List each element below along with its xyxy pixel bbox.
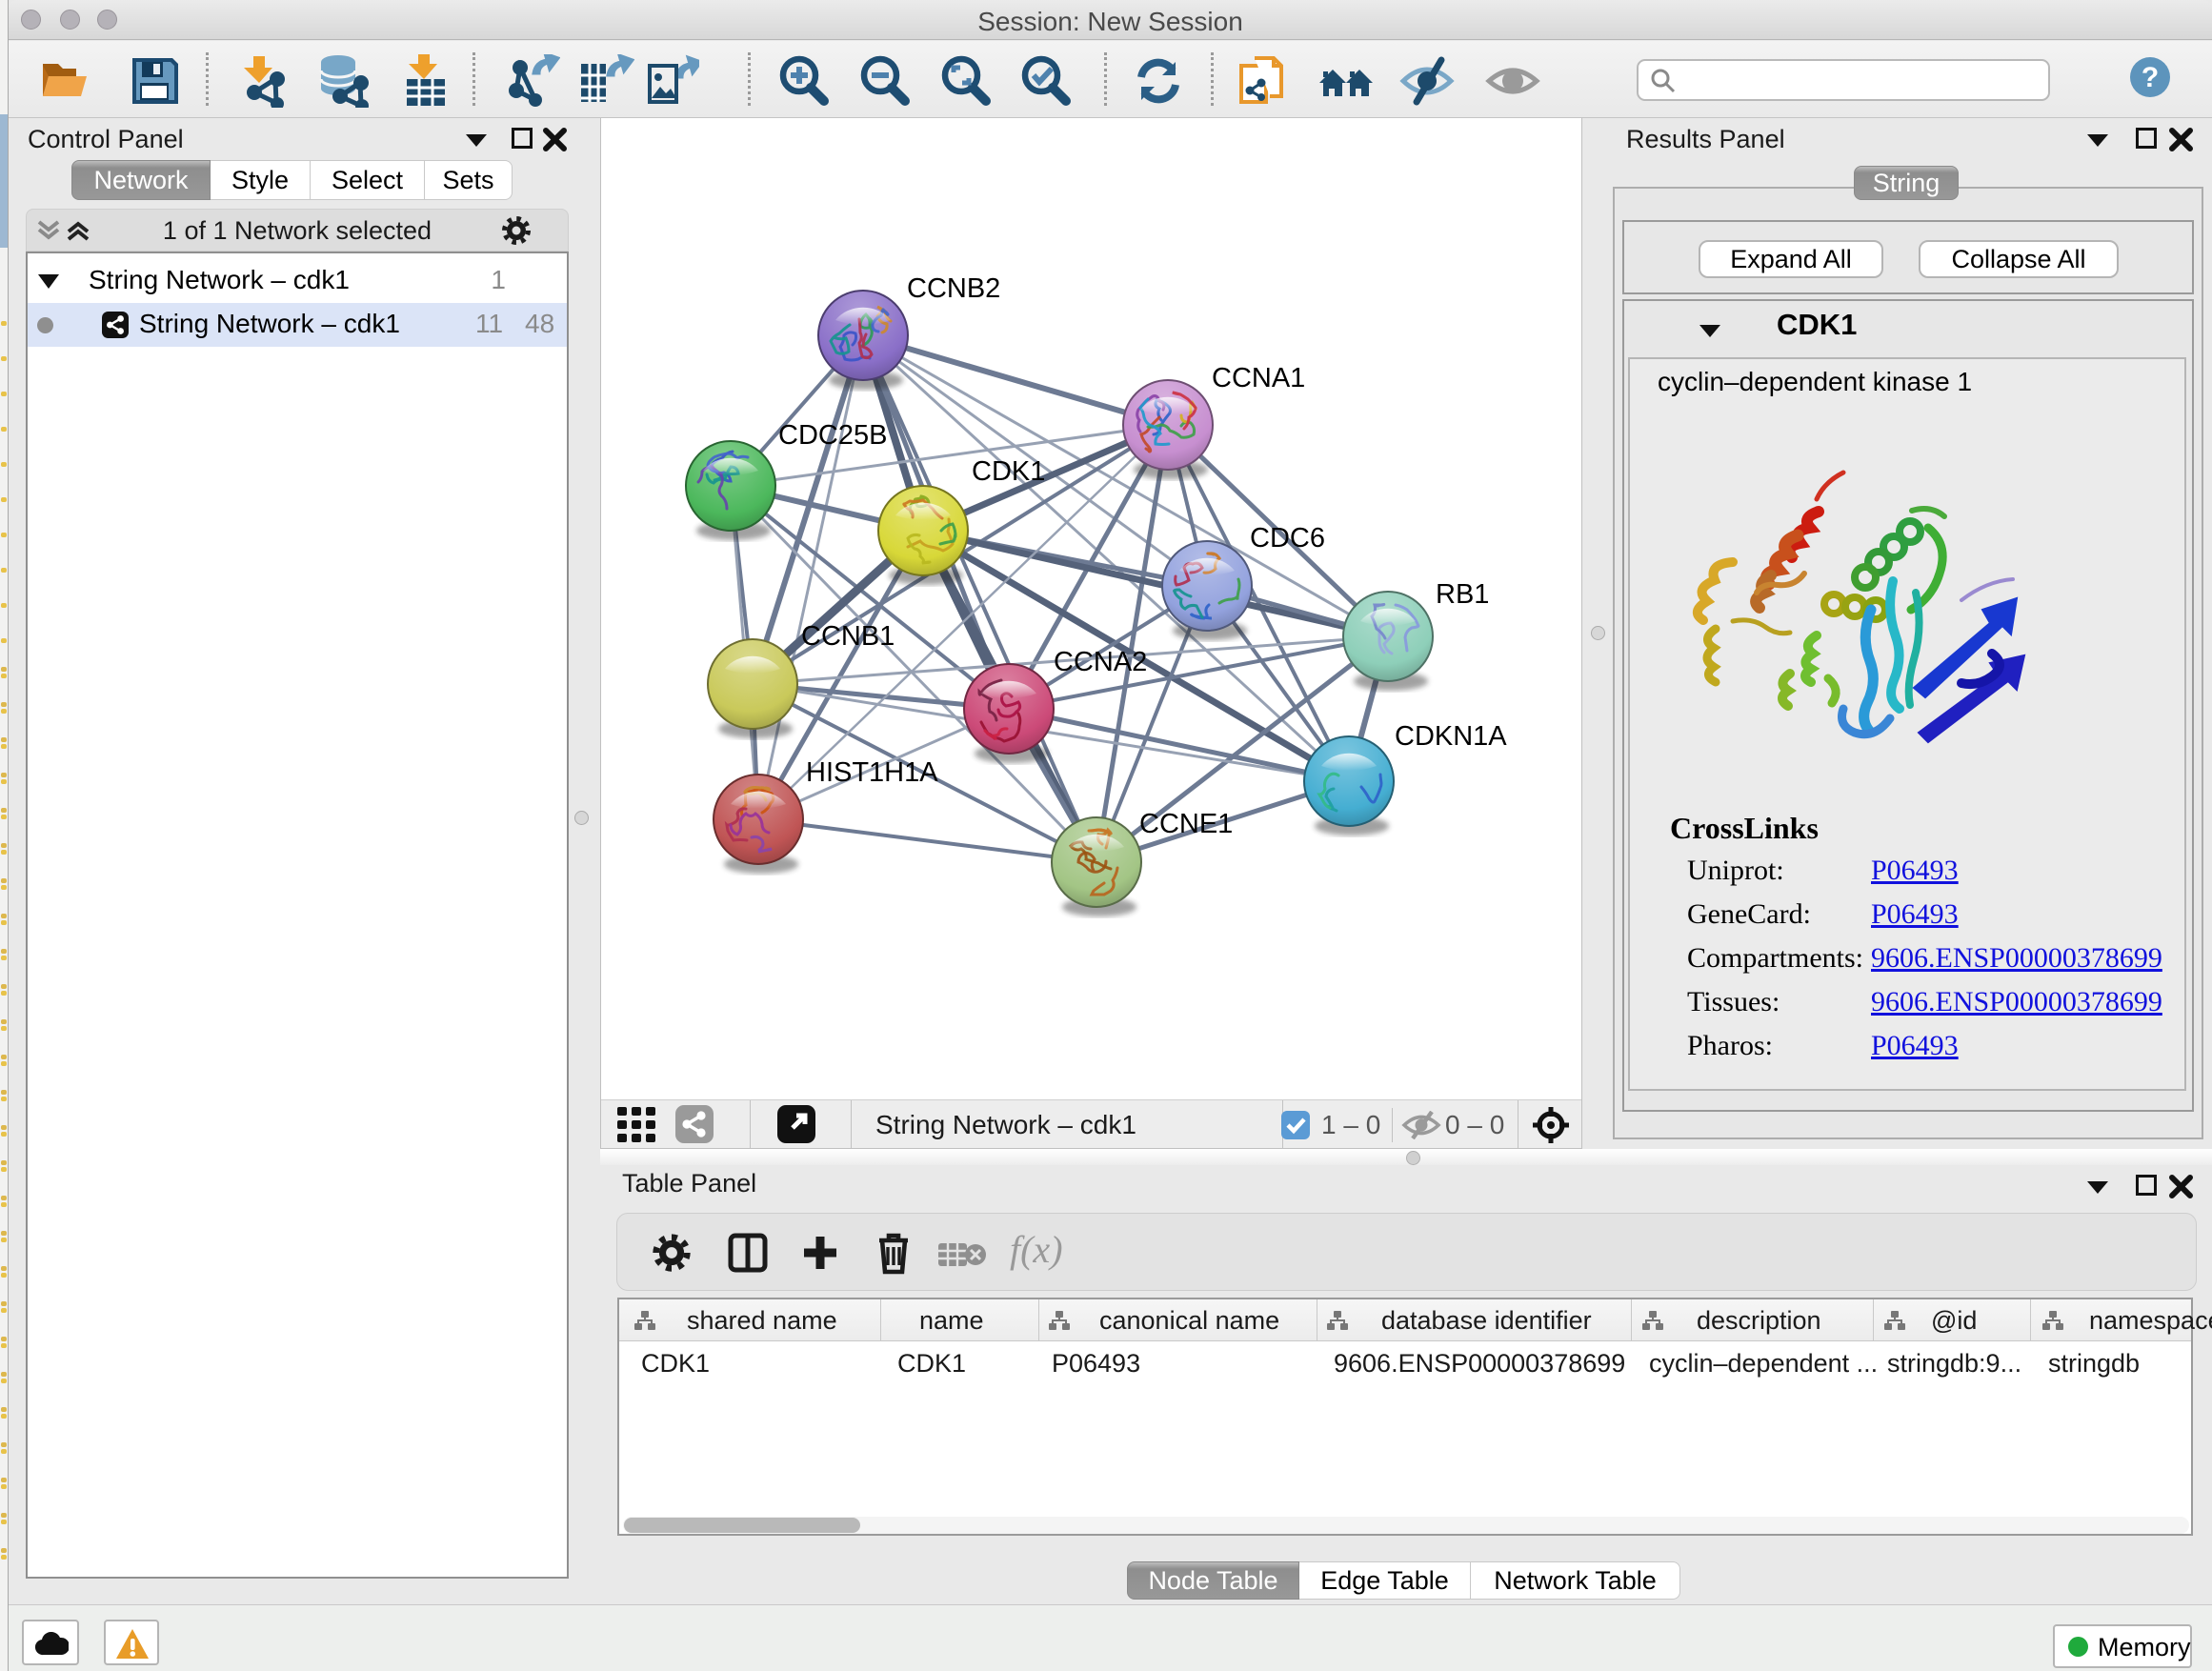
svg-text:CDK1: CDK1 <box>972 456 1045 487</box>
svg-text:CCNE1: CCNE1 <box>1139 809 1233 839</box>
svg-text:RB1: RB1 <box>1436 579 1489 610</box>
svg-text:CDKN1A: CDKN1A <box>1395 721 1507 752</box>
svg-text:HIST1H1A: HIST1H1A <box>806 757 938 788</box>
svg-text:CDC25B: CDC25B <box>778 420 887 451</box>
svg-text:CCNB1: CCNB1 <box>801 621 895 652</box>
svg-text:CCNB2: CCNB2 <box>907 273 1000 304</box>
svg-text:CCNA2: CCNA2 <box>1054 647 1147 677</box>
svg-text:CDC6: CDC6 <box>1250 523 1325 554</box>
svg-text:?: ? <box>2142 62 2159 93</box>
svg-text:CCNA1: CCNA1 <box>1212 363 1305 393</box>
